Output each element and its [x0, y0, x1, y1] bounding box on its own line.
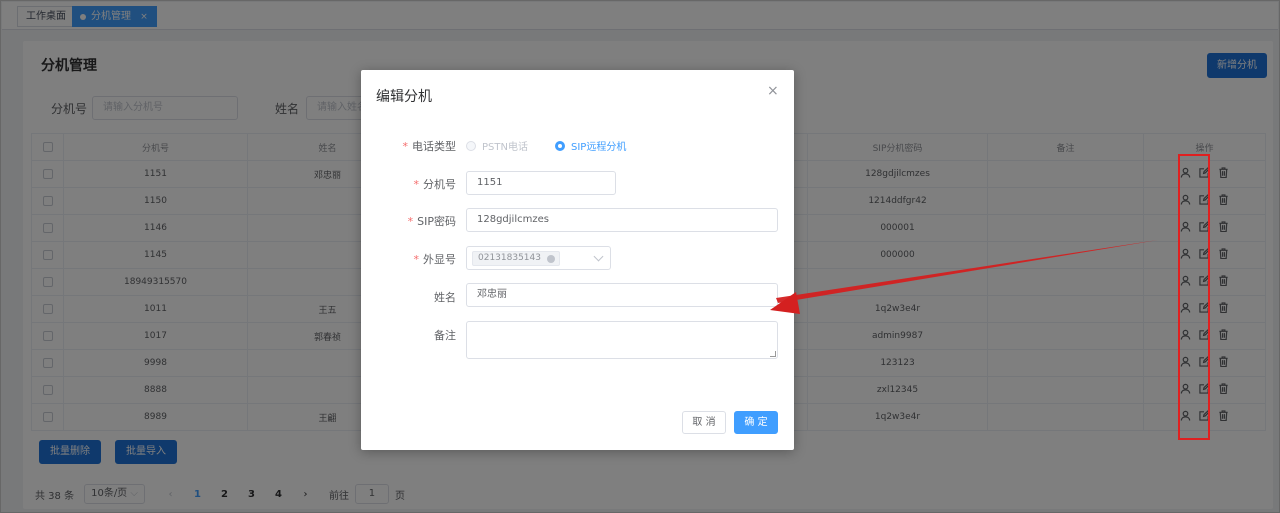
caller-id-select[interactable]: 02131835143	[466, 246, 611, 270]
cancel-button[interactable]: 取 消	[682, 411, 726, 434]
radio-circle-icon	[555, 140, 565, 151]
caller-id-label: * 外显号	[414, 251, 457, 267]
radio-circle-icon	[466, 140, 476, 151]
edit-extension-dialog: 编辑分机 × * 电话类型 PSTN电话 SIP远程分机 * 分机号 1151 * S…	[361, 70, 794, 450]
required-mark: *	[402, 140, 409, 153]
tag-close-icon[interactable]	[547, 255, 555, 263]
close-icon[interactable]: ×	[767, 83, 779, 99]
required-mark: *	[413, 253, 420, 266]
required-mark: *	[407, 215, 414, 228]
ext-field-input[interactable]: 1151	[466, 171, 616, 195]
annotation-highlight-box	[1178, 154, 1210, 440]
name-field-input[interactable]: 邓忠丽	[466, 283, 778, 307]
sip-password-label: * SIP密码	[408, 213, 456, 229]
radio-pstn[interactable]: PSTN电话	[466, 138, 528, 153]
radio-pstn-label: PSTN电话	[482, 142, 528, 153]
caller-id-tag-text: 02131835143	[478, 253, 541, 263]
radio-sip[interactable]: SIP远程分机	[555, 138, 626, 153]
phone-type-label-text: 电话类型	[412, 140, 456, 153]
required-mark: *	[413, 178, 420, 191]
radio-sip-label: SIP远程分机	[571, 142, 627, 153]
sip-password-input[interactable]: 128gdjilcmzes	[466, 208, 778, 232]
ext-field-label: * 分机号	[414, 176, 457, 192]
ext-field-label-text: 分机号	[423, 178, 456, 191]
caller-id-tag: 02131835143	[472, 251, 560, 266]
confirm-button[interactable]: 确 定	[734, 411, 778, 434]
resize-handle-icon[interactable]	[770, 351, 776, 357]
dialog-title: 编辑分机	[376, 89, 432, 105]
caller-id-label-text: 外显号	[423, 253, 456, 266]
remark-textarea[interactable]	[466, 321, 778, 359]
name-field-label: 姓名	[434, 291, 456, 304]
phone-type-label: * 电话类型	[403, 138, 457, 154]
sip-password-label-text: SIP密码	[417, 215, 456, 228]
chevron-down-icon	[593, 251, 604, 262]
remark-field-label: 备注	[434, 329, 456, 342]
